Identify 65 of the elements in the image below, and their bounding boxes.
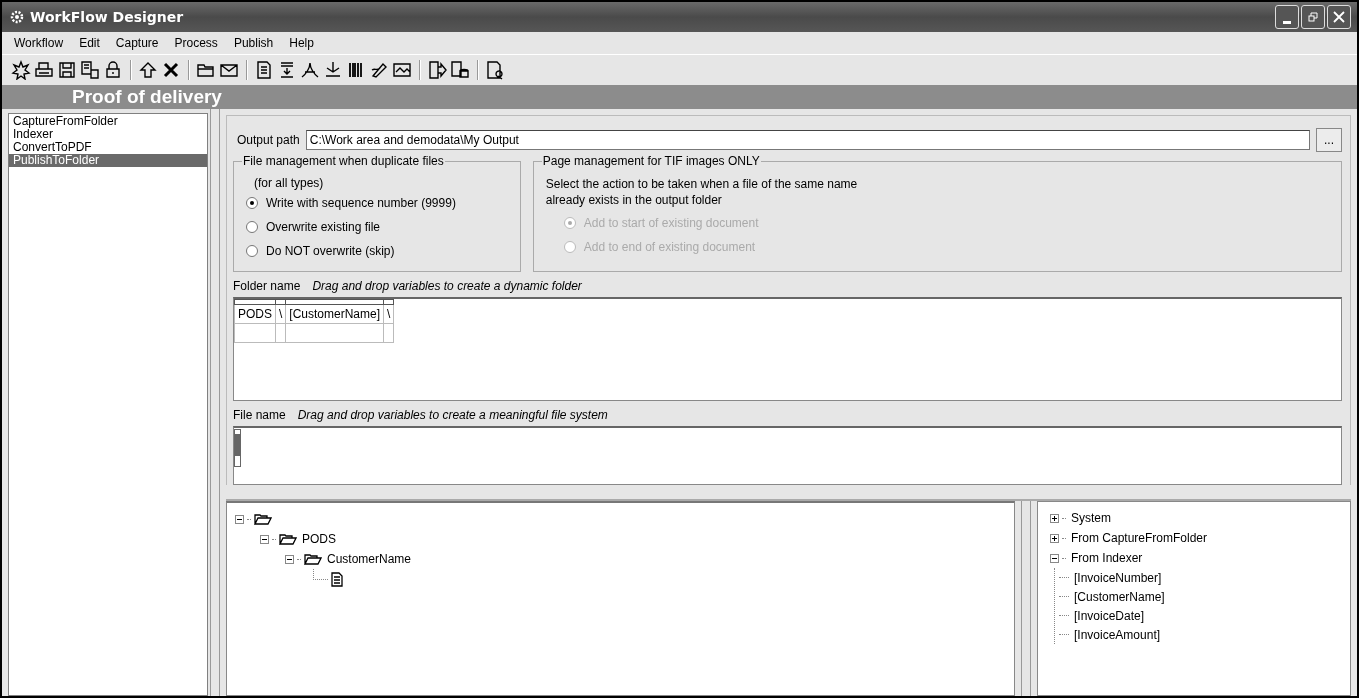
collapse-icon[interactable] xyxy=(260,534,269,544)
file-name-label: File name xyxy=(233,408,286,422)
document-icon xyxy=(331,571,343,587)
export-icon[interactable] xyxy=(426,58,448,82)
variable-item[interactable]: [InvoiceNumber] xyxy=(1072,570,1164,585)
group-note: (for all types) xyxy=(253,176,325,190)
radio-button[interactable] xyxy=(246,245,258,257)
output-path-field[interactable]: C:\Work area and demodata\My Output xyxy=(305,130,1310,150)
step-item[interactable]: CaptureFromFolder xyxy=(9,115,207,128)
radio-label[interactable]: Do NOT overwrite (skip) xyxy=(266,244,395,258)
step-item[interactable]: Indexer xyxy=(9,128,207,141)
menu-item[interactable]: Publish xyxy=(225,36,282,50)
minimize-icon xyxy=(1283,20,1291,24)
folder-segment[interactable]: [CustomerName] xyxy=(285,304,384,324)
close-icon xyxy=(1333,11,1345,23)
menu-item[interactable]: Process xyxy=(166,36,226,50)
radio-label[interactable]: Overwrite existing file xyxy=(266,220,381,234)
folder-name-drop-area[interactable]: PODS \ [CustomerName] \ xyxy=(233,297,1342,401)
variable-item[interactable]: [InvoiceAmount] xyxy=(1072,627,1163,642)
window-title: WorkFlow Designer xyxy=(30,9,184,25)
restore-button[interactable] xyxy=(1301,5,1325,29)
insertion-marker xyxy=(234,429,241,467)
browse-button[interactable]: ... xyxy=(1316,128,1342,152)
output-path-label: Output path xyxy=(237,133,300,147)
collapse-icon[interactable] xyxy=(285,554,294,564)
close-icon-button[interactable] xyxy=(1327,5,1351,29)
collapse-icon[interactable] xyxy=(235,514,244,524)
group-title: Page management for TIF images ONLY xyxy=(541,154,761,168)
radio-button[interactable] xyxy=(246,197,258,209)
tree-item[interactable]: From CaptureFromFolder xyxy=(1069,531,1210,545)
radio-label[interactable]: Write with sequence number (9999) xyxy=(266,196,456,210)
folder-segment[interactable]: \ xyxy=(275,304,286,324)
tree-item[interactable]: CustomerName xyxy=(325,552,414,566)
menu-item[interactable]: Workflow xyxy=(6,36,72,50)
tree-item[interactable]: System xyxy=(1069,511,1113,525)
workflow-header: Proof of delivery xyxy=(2,85,1357,109)
menu-item[interactable]: Capture xyxy=(107,36,167,50)
variable-item[interactable]: [CustomerName] xyxy=(1072,589,1167,604)
folder-icon xyxy=(304,552,322,566)
collapse-icon[interactable] xyxy=(1050,553,1059,563)
file-name-drop-area[interactable] xyxy=(233,426,1342,485)
group-title: File management when duplicate files xyxy=(242,154,445,168)
restore-icon xyxy=(1308,12,1318,22)
folder-name-hint: Drag and drop variables to create a dynamic folder xyxy=(312,279,582,293)
step-item[interactable]: PublishToFolder xyxy=(9,154,207,167)
folder-icon xyxy=(254,512,272,526)
step-item[interactable]: ConvertToPDF xyxy=(9,141,207,154)
folder-icon xyxy=(279,532,297,546)
tree-item[interactable]: PODS xyxy=(300,532,338,546)
expand-icon[interactable] xyxy=(1050,513,1059,523)
minimize-button[interactable] xyxy=(1275,5,1299,29)
expand-icon[interactable] xyxy=(1050,533,1059,543)
file-name-hint: Drag and drop variables to create a meaningful file system xyxy=(297,408,608,422)
radio-button[interactable] xyxy=(246,221,258,233)
folder-segment[interactable]: PODS xyxy=(234,304,276,324)
variable-item[interactable]: [InvoiceDate] xyxy=(1072,608,1147,623)
menu-item[interactable]: Edit xyxy=(71,36,108,50)
folder-name-label: Folder name xyxy=(233,279,301,293)
folder-segment[interactable]: \ xyxy=(383,304,394,324)
gear-icon xyxy=(10,10,24,24)
group-description: Select the action to be taken when a file of the same name already exists in the output folder xyxy=(545,176,859,208)
preview-icon[interactable] xyxy=(484,58,506,82)
tree-item[interactable]: From Indexer xyxy=(1069,551,1145,565)
burst-icon[interactable] xyxy=(10,58,32,82)
menu-item[interactable]: Help xyxy=(281,36,322,50)
